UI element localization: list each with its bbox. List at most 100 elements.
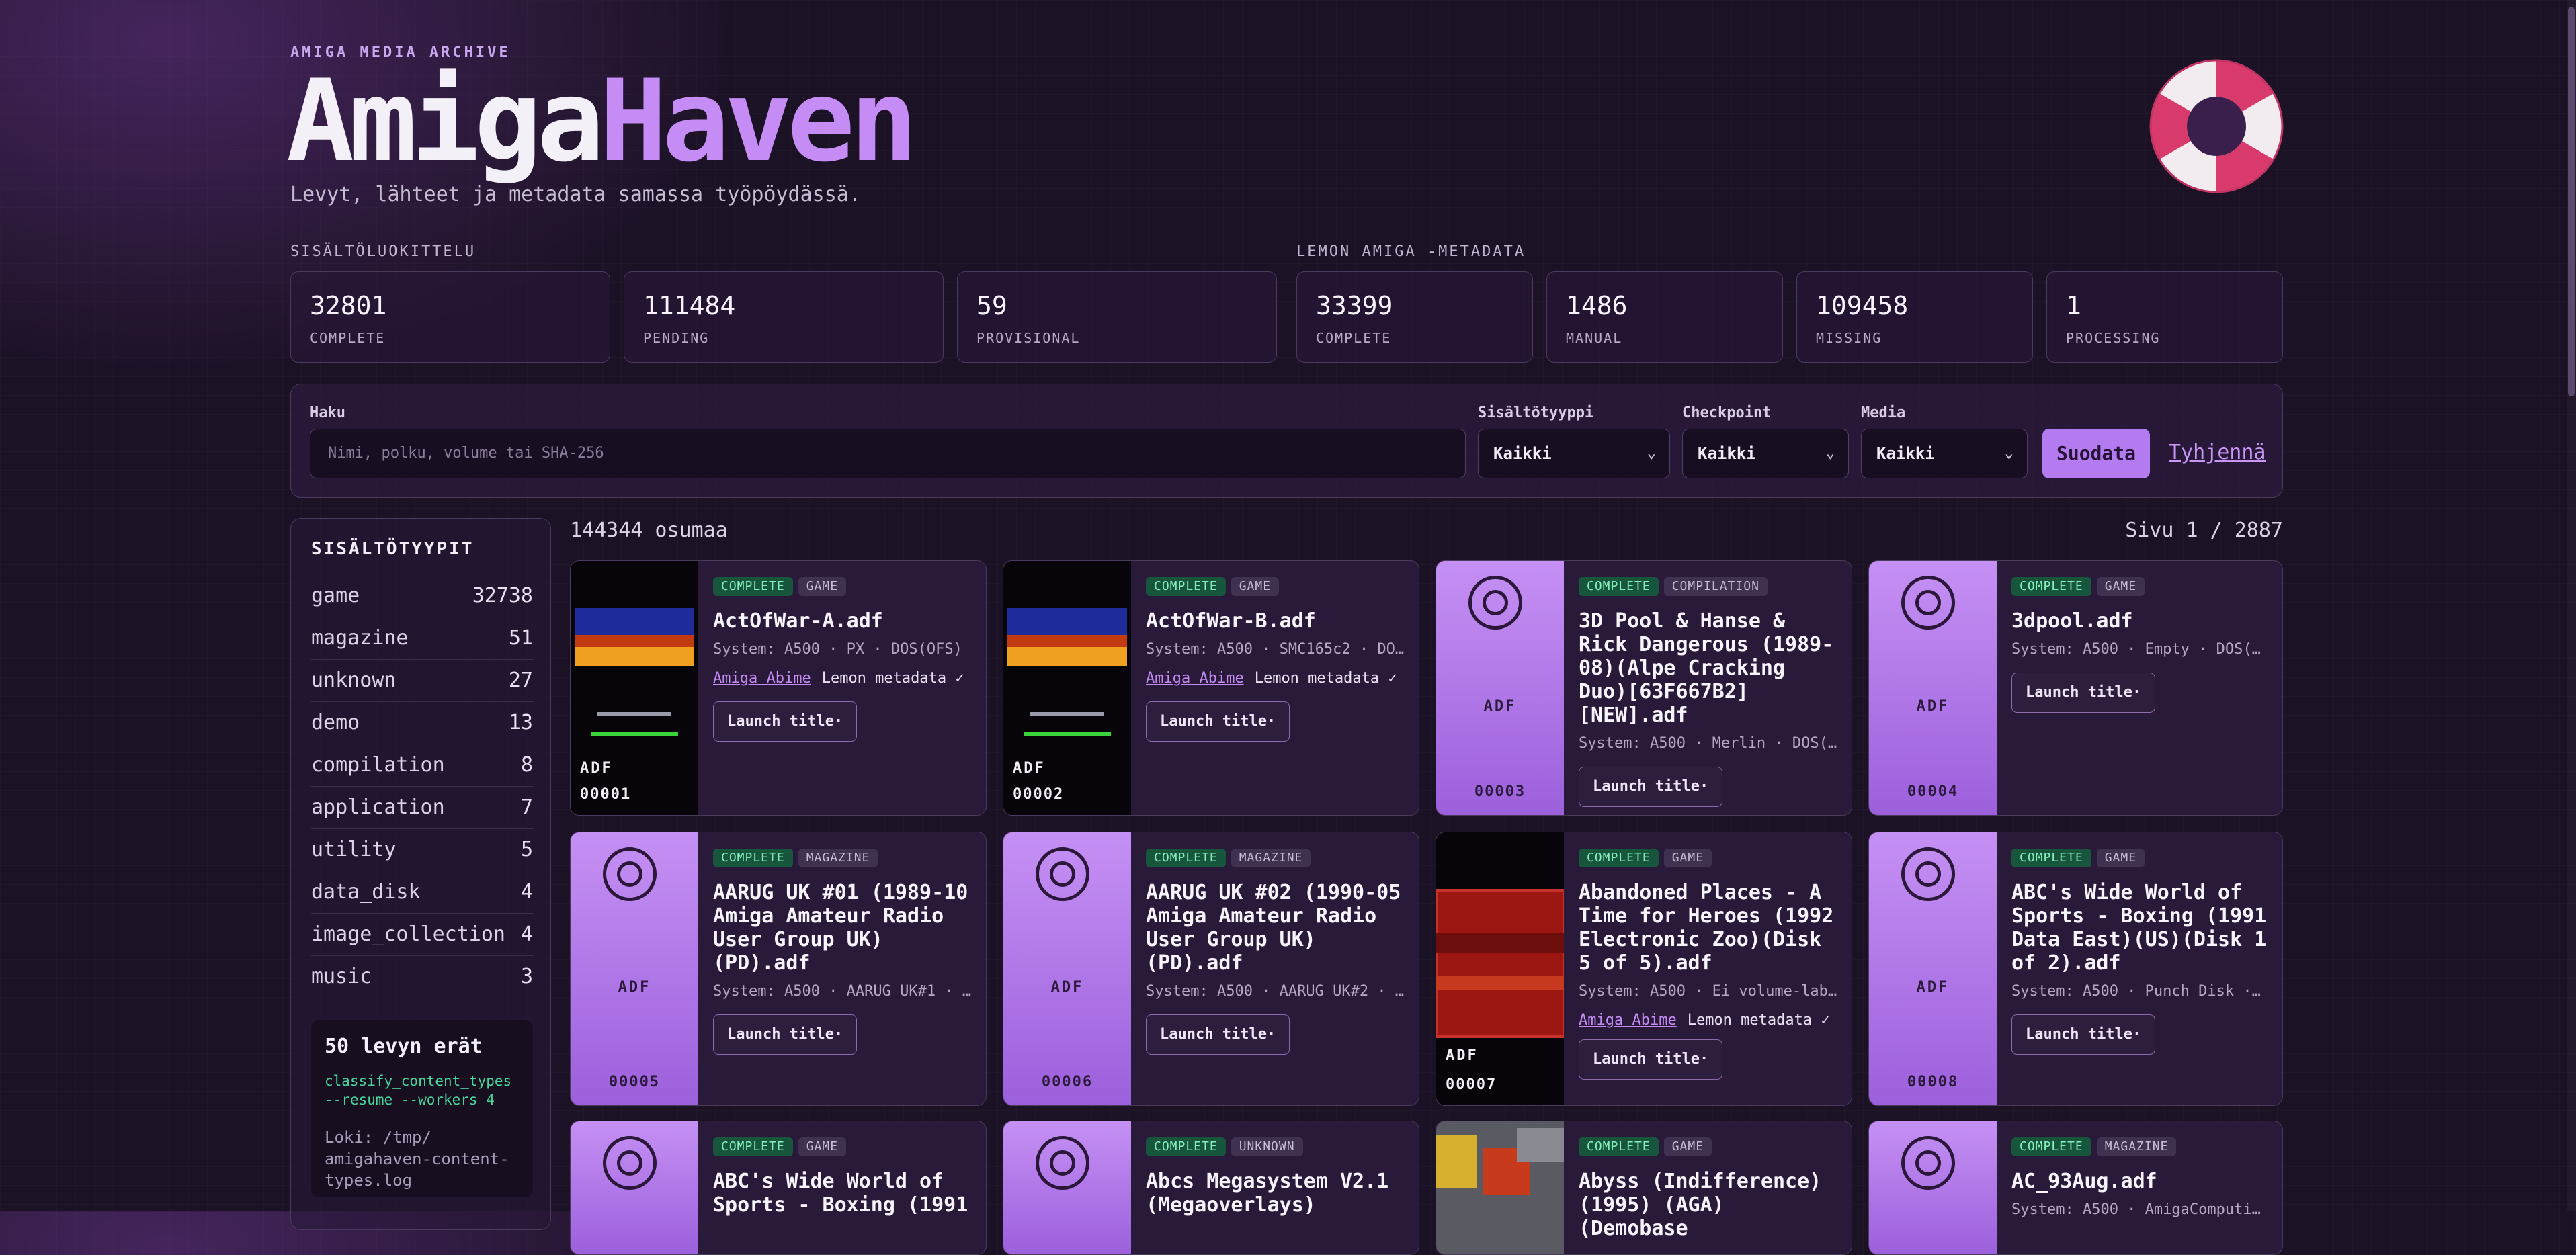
sidebar-item-compilation[interactable]: compilation 8: [311, 744, 533, 787]
sidebar-item-data-disk[interactable]: data_disk 4: [311, 871, 533, 914]
sidebar-item-count: 13: [508, 711, 533, 734]
card-meta: System: A500 · AARUG UK#1 · DOS(OFS): [713, 983, 972, 1000]
status-badge: COMPLETE: [1146, 1137, 1226, 1156]
stat-label: MISSING: [1816, 330, 1882, 346]
category-badge: GAME: [2096, 577, 2145, 596]
page-scrollbar[interactable]: [2567, 0, 2576, 1211]
search-label: Haku: [310, 404, 345, 421]
status-badge: COMPLETE: [713, 577, 793, 596]
launch-title-button[interactable]: Launch title·: [2011, 673, 2156, 713]
media-number: 00001: [580, 786, 632, 803]
stat-label: PROCESSING: [2066, 330, 2161, 346]
card-title: Abyss (Indifference) (1995) (AGA) (Demob…: [1579, 1170, 1822, 1240]
sidebar-item-application[interactable]: application 7: [311, 787, 533, 829]
sidebar-item-name: magazine: [311, 626, 409, 650]
disk-placeholder-thumbnail: ADF 00003: [1436, 561, 1564, 815]
category-badge: UNKNOWN: [1231, 1137, 1303, 1156]
amiga-abime-link[interactable]: Amiga Abime: [1146, 670, 1244, 687]
card-body: COMPLETE MAGAZINE AARUG UK #02 (1990-05 A…: [1146, 849, 1405, 1055]
media-number: 00004: [1907, 783, 1959, 800]
media-value: Kaikki: [1876, 444, 1935, 463]
card-body: COMPLETE GAME ActOfWar-B.adf System: A500…: [1146, 577, 1405, 742]
lemon-metadata-status: Lemon metadata ✓: [821, 670, 964, 687]
sidebar-item-name: game: [311, 584, 360, 607]
launch-title-button[interactable]: Launch title·: [713, 701, 858, 742]
sidebar-item-music[interactable]: music 3: [311, 956, 533, 998]
sidebar-item-demo[interactable]: demo 13: [311, 702, 533, 744]
scrollbar-thumb[interactable]: [2568, 7, 2575, 396]
card-body: COMPLETE GAME 3dpool.adf System: A500 · E…: [2011, 577, 2269, 713]
category-badge: GAME: [798, 577, 847, 596]
disk-icon: [1468, 576, 1522, 630]
content-type-select[interactable]: Kaikki ⌄: [1478, 429, 1670, 478]
media-card[interactable]: COMPLETE UNKNOWN Abcs Megasystem V2.1 (Me…: [1003, 1121, 1419, 1255]
card-body: COMPLETE COMPILATION 3D Pool & Hanse & Ri…: [1579, 577, 1838, 807]
category-badge: GAME: [1231, 577, 1280, 596]
status-badge: COMPLETE: [1579, 849, 1659, 867]
sidebar-item-count: 51: [508, 626, 533, 650]
media-card[interactable]: ADF 00002 COMPLETE GAME ActOfWar-B.adf Sy…: [1003, 560, 1419, 816]
card-body: COMPLETE GAME Abyss (Indifference) (1995)…: [1579, 1137, 1838, 1240]
media-number: 00008: [1907, 1074, 1959, 1090]
status-badge: COMPLETE: [2011, 849, 2091, 867]
launch-title-button[interactable]: Launch title·: [713, 1014, 858, 1055]
media-card[interactable]: ADF 00001 COMPLETE GAME ActOfWar-A.adf Sy…: [570, 560, 987, 816]
filter-button[interactable]: Suodata: [2042, 429, 2150, 478]
sidebar-item-unknown[interactable]: unknown 27: [311, 660, 533, 702]
amiga-abime-link[interactable]: Amiga Abime: [713, 670, 811, 687]
launch-title-button[interactable]: Launch title·: [1579, 1039, 1723, 1080]
status-badge: COMPLETE: [2011, 577, 2091, 596]
stat-lemon-manual: 1486 MANUAL: [1546, 271, 1783, 363]
media-select[interactable]: Kaikki ⌄: [1861, 429, 2028, 478]
sidebar-item-image-collection[interactable]: image_collection 4: [311, 914, 533, 956]
media-card[interactable]: COMPLETE GAME Abyss (Indifference) (1995)…: [1436, 1121, 1852, 1255]
sidebar-item-game[interactable]: game 32738: [311, 575, 533, 617]
sidebar-item-utility[interactable]: utility 5: [311, 829, 533, 871]
batch-info-panel: 50 levyn erät classify_content_types --r…: [311, 1020, 533, 1197]
brand-logo-text[interactable]: AmigaHaven: [286, 64, 917, 177]
media-card[interactable]: ADF 00007 COMPLETE GAME Abandoned Places …: [1436, 832, 1852, 1106]
disk-placeholder-thumbnail: ADF 00006: [1003, 832, 1131, 1105]
card-title: Abcs Megasystem V2.1 (Megaoverlays): [1146, 1170, 1389, 1217]
status-badge: COMPLETE: [713, 849, 793, 867]
clear-filters-link[interactable]: Tyhjennä: [2169, 441, 2266, 464]
media-card[interactable]: COMPLETE GAME ABC's Wide World of Sports …: [570, 1121, 987, 1255]
media-card[interactable]: ADF 00006 COMPLETE MAGAZINE AARUG UK #02 …: [1003, 832, 1419, 1106]
launch-title-button[interactable]: Launch title·: [1146, 701, 1290, 742]
stat-classification-complete: 32801 COMPLETE: [290, 271, 610, 363]
stat-label: MANUAL: [1566, 330, 1623, 346]
cover-art-image: [1436, 1121, 1564, 1254]
card-title: AARUG UK #02 (1990-05 Amiga Amateur Radi…: [1146, 881, 1401, 975]
chevron-down-icon: ⌄: [2004, 445, 2013, 462]
media-card[interactable]: ADF 00003 COMPLETE COMPILATION 3D Pool & …: [1436, 560, 1852, 816]
media-card[interactable]: ADF 00008 COMPLETE GAME ABC's Wide World …: [1868, 832, 2283, 1106]
media-card[interactable]: ADF 00005 COMPLETE MAGAZINE AARUG UK #01 …: [570, 832, 987, 1106]
launch-title-button[interactable]: Launch title·: [2011, 1014, 2156, 1055]
disk-icon: [1036, 1136, 1089, 1190]
launch-title-button[interactable]: Launch title·: [1146, 1014, 1290, 1055]
media-card[interactable]: COMPLETE MAGAZINE AC_93Aug.adf System: A5…: [1868, 1121, 2283, 1255]
card-body: COMPLETE GAME ActOfWar-A.adf System: A500…: [713, 577, 972, 742]
card-meta: System: A500 · AmigaComputing: [2011, 1201, 2269, 1218]
checkpoint-select[interactable]: Kaikki ⌄: [1682, 429, 1849, 478]
amiga-abime-link[interactable]: Amiga Abime: [1579, 1012, 1677, 1029]
content-type-label: Sisältötyyppi: [1478, 404, 1594, 421]
stat-label: COMPLETE: [310, 330, 386, 346]
launch-title-button[interactable]: Launch title·: [1579, 767, 1723, 807]
card-title: Abandoned Places - A Time for Heroes (19…: [1579, 881, 1834, 975]
card-title: AC_93Aug.adf: [2011, 1170, 2157, 1193]
disk-placeholder-thumbnail: [1869, 1121, 1997, 1254]
disk-placeholder-thumbnail: ADF 00005: [571, 832, 698, 1105]
sidebar-item-magazine[interactable]: magazine 51: [311, 617, 533, 660]
media-card[interactable]: ADF 00004 COMPLETE GAME 3dpool.adf System…: [1868, 560, 2283, 816]
disk-icon: [1901, 847, 1955, 901]
media-number: 00005: [608, 1074, 661, 1090]
search-input[interactable]: Nimi, polku, volume tai SHA-256: [310, 429, 1466, 478]
results-count: 144344 osumaa: [570, 519, 728, 542]
category-badge: MAGAZINE: [2096, 1137, 2177, 1156]
disk-icon: [603, 847, 657, 901]
cover-art-image: [1003, 561, 1131, 815]
card-title: ActOfWar-B.adf: [1146, 609, 1316, 633]
category-badge: MAGAZINE: [1231, 849, 1311, 867]
checkpoint-value: Kaikki: [1698, 444, 1756, 463]
